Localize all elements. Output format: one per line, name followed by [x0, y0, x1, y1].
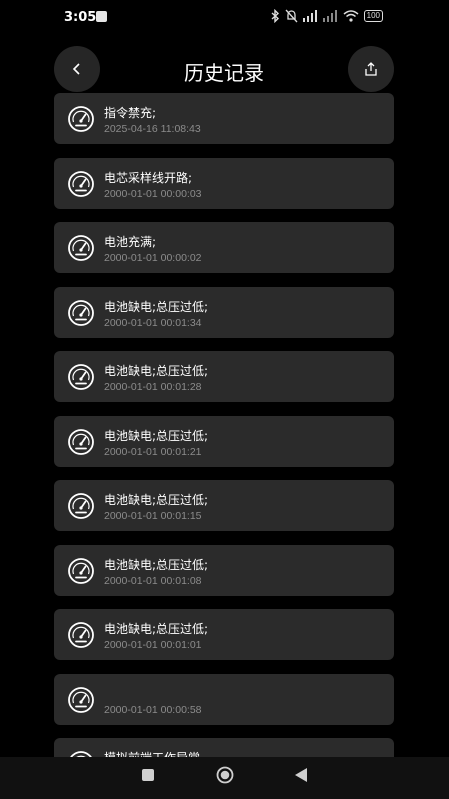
record-time: 2000-01-01 00:00:58 [104, 703, 202, 716]
record-card[interactable]: 电池缺电;总压过低; 2000-01-01 00:01:01 [54, 609, 394, 660]
record-title: 电池缺电;总压过低; [104, 622, 209, 636]
record-card[interactable]: 电池充满; 2000-01-01 00:00:02 [54, 222, 394, 273]
gauge-icon [67, 686, 95, 714]
history-list[interactable]: 指令禁充; 2025-04-16 11:08:43 电芯采样线开路; 2000-01-… [54, 93, 394, 757]
record-time: 2000-01-01 00:01:15 [104, 510, 202, 522]
gauge-icon [67, 170, 95, 198]
record-time: 2000-01-01 00:01:01 [104, 639, 202, 651]
record-card[interactable]: 2000-01-01 00:00:58 [54, 673, 394, 725]
gauge-icon [67, 363, 95, 391]
record-title: 指令禁充; [104, 106, 157, 120]
recents-square-icon[interactable] [142, 769, 154, 781]
record-card[interactable]: 指令禁充; 2025-04-16 11:08:43 [54, 93, 394, 144]
mute-icon [285, 9, 298, 23]
record-card[interactable]: 电池缺电;总压过低; 2000-01-01 00:01:34 [54, 286, 394, 338]
record-time: 2000-01-01 00:01:34 [104, 316, 202, 329]
share-icon [365, 62, 377, 76]
record-card[interactable]: 电池缺电;总压过低; 2000-01-01 00:01:08 [54, 544, 394, 596]
record-title: 电池缺电;总压过低; [104, 493, 209, 507]
record-title: 电池缺电;总压过低; [104, 364, 209, 378]
record-title: 电芯采样线开路; [104, 170, 193, 185]
gauge-icon [67, 428, 95, 456]
record-time: 2000-01-01 00:00:03 [104, 187, 202, 200]
record-card[interactable]: 电池缺电;总压过低; 2000-01-01 00:01:28 [54, 351, 394, 402]
signal-icon [302, 10, 317, 22]
record-time: 2000-01-01 00:01:08 [104, 574, 202, 587]
status-icons: 100 [271, 9, 383, 23]
record-title: 模拟前端工作异常 [104, 749, 200, 757]
record-card[interactable]: 电池缺电;总压过低; 2000-01-01 00:01:21 [54, 415, 394, 467]
record-time: 2025-04-16 11:08:43 [104, 123, 201, 135]
back-triangle-icon[interactable] [294, 767, 308, 783]
record-title: 电池缺电;总压过低; [104, 299, 209, 314]
gauge-icon [67, 234, 95, 262]
share-button[interactable] [348, 46, 394, 92]
wifi-icon [343, 10, 359, 22]
record-time: 2000-01-01 00:01:28 [104, 381, 202, 393]
gauge-icon [67, 557, 95, 585]
bluetooth-icon [271, 9, 279, 23]
page-title: 历史记录 [184, 61, 264, 85]
gauge-icon [67, 492, 95, 520]
record-time: 2000-01-01 00:01:21 [104, 445, 202, 458]
record-title: 电池充满; [104, 235, 157, 249]
notification-square-icon [96, 11, 107, 22]
record-title: 电池缺电;总压过低; [104, 428, 209, 443]
signal-icon [322, 10, 337, 22]
record-card[interactable]: 电池缺电;总压过低; 2000-01-01 00:01:15 [54, 480, 394, 531]
battery-level: 100 [366, 11, 380, 20]
gauge-icon [67, 750, 95, 757]
navigation-bar [0, 757, 449, 799]
record-title: 电池缺电;总压过低; [104, 557, 209, 572]
gauge-icon [67, 299, 95, 327]
header: 历史记录 [54, 46, 394, 92]
gauge-icon [67, 105, 95, 133]
home-circle-icon[interactable] [216, 766, 234, 784]
battery-icon: 100 [363, 10, 383, 22]
record-card[interactable]: 电芯采样线开路; 2000-01-01 00:00:03 [54, 157, 394, 209]
status-bar: 3:05 100 [0, 0, 449, 36]
status-time: 3:05 [64, 10, 97, 25]
record-card[interactable]: 模拟前端工作异常 [54, 738, 394, 757]
gauge-icon [67, 621, 95, 649]
record-time: 2000-01-01 00:00:02 [104, 252, 202, 264]
